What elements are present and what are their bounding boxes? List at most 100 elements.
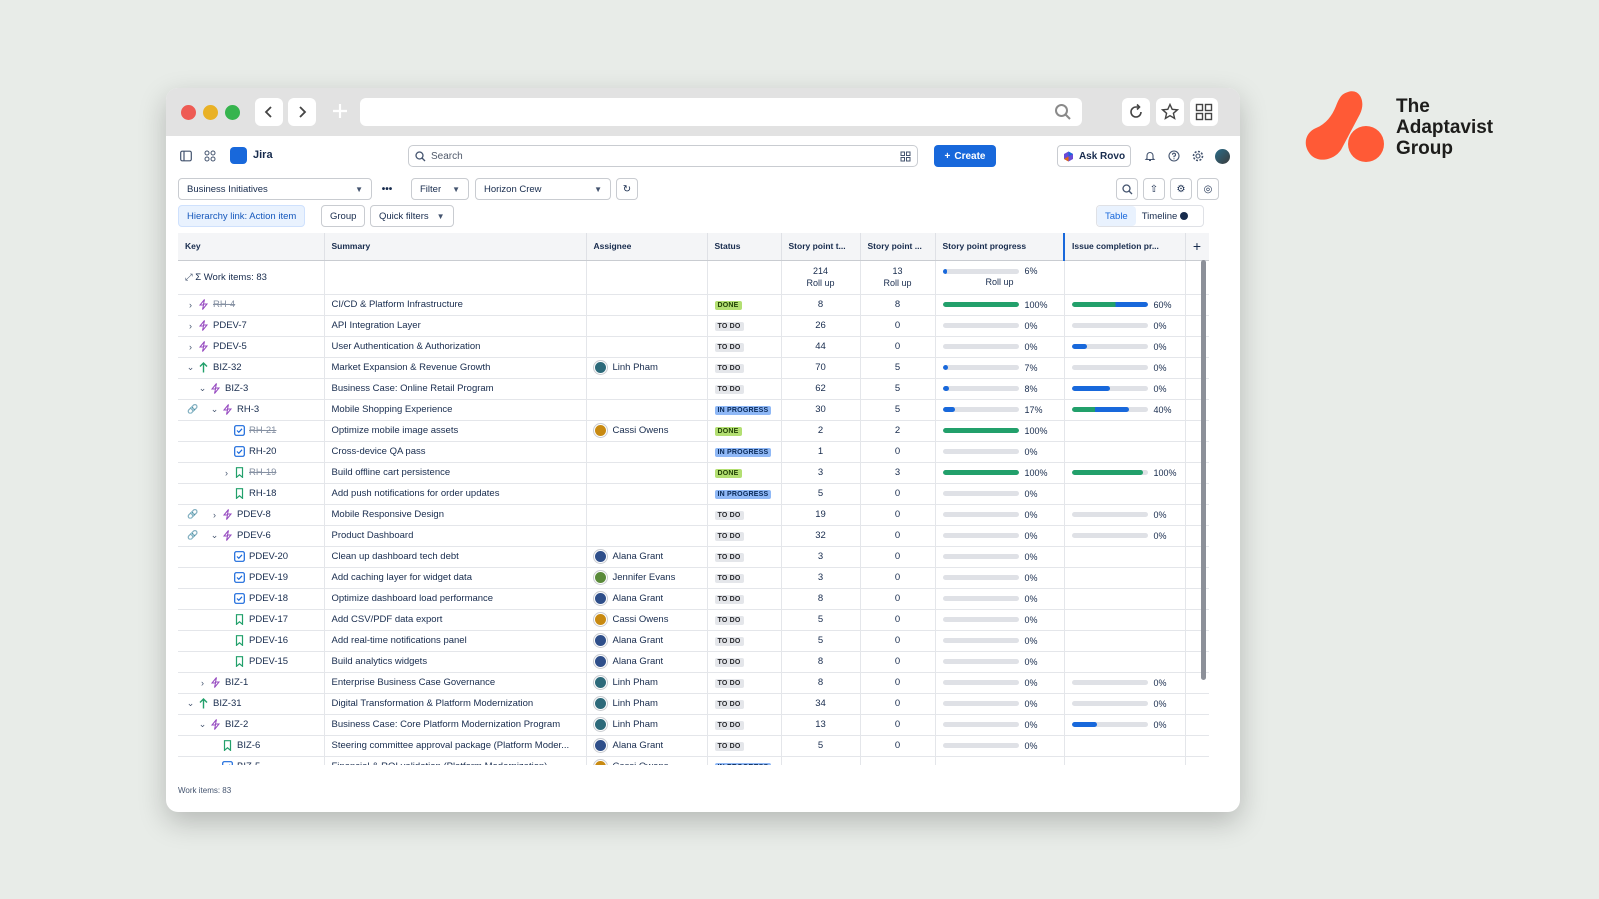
summary-cell[interactable]: Optimize mobile image assets [324, 420, 587, 442]
table-row[interactable]: PDEV-20 Clean up dashboard tech debt Alana… [178, 546, 1209, 568]
summary-cell[interactable]: Add CSV/PDF data export [324, 609, 587, 631]
story-points-total-cell[interactable]: 44 [781, 336, 861, 358]
close-window-dot[interactable] [181, 105, 196, 120]
status-cell[interactable]: TO DO [707, 588, 782, 610]
assignee-cell[interactable] [586, 378, 708, 400]
status-cell[interactable]: TO DO [707, 315, 782, 337]
assignee-cell[interactable] [586, 504, 708, 526]
summary-cell[interactable]: Business Case: Online Retail Program [324, 378, 587, 400]
story-points-total-cell[interactable]: 62 [781, 378, 861, 400]
key-cell[interactable]: ⌄ BIZ-3 [178, 378, 325, 400]
column-header-summary[interactable]: Summary [324, 233, 587, 261]
filter-grid-icon[interactable] [900, 151, 911, 162]
view-options-button[interactable]: ◎ [1197, 178, 1219, 200]
group-button[interactable]: Group [321, 205, 366, 227]
story-points-total-cell[interactable]: 8 [781, 672, 861, 694]
status-cell[interactable]: IN PROGRESS [707, 399, 782, 421]
assignee-cell[interactable]: Linh Pham [586, 672, 708, 694]
story-points-total-cell[interactable]: 32 [781, 525, 861, 547]
key-cell[interactable]: RH-18 [178, 483, 325, 505]
status-cell[interactable]: DONE [707, 462, 782, 484]
key-cell[interactable]: › RH-19 [178, 462, 325, 484]
assignee-cell[interactable]: Alana Grant [586, 630, 708, 652]
add-column-button[interactable]: + [1185, 233, 1209, 261]
new-tab-button[interactable] [328, 99, 352, 128]
column-header-issue-completion[interactable]: Issue completion pr... [1063, 233, 1186, 261]
status-cell[interactable]: IN PROGRESS [707, 483, 782, 505]
summary-cell[interactable]: Add push notifications for order updates [324, 483, 587, 505]
key-cell[interactable]: PDEV-16 [178, 630, 325, 652]
key-cell[interactable]: BIZ-5 [178, 756, 325, 765]
work-item-key[interactable]: PDEV-18 [249, 593, 288, 604]
table-row[interactable]: RH-20 Cross-device QA pass IN PROGRESS 1 0 0% [178, 441, 1209, 463]
work-item-key[interactable]: PDEV-17 [249, 614, 288, 625]
assignee-cell[interactable] [586, 483, 708, 505]
export-button[interactable]: ⇧ [1143, 178, 1165, 200]
assignee-cell[interactable]: Jennifer Evans [586, 567, 708, 589]
collapse-icon[interactable]: ⌄ [209, 404, 220, 415]
key-cell[interactable]: PDEV-20 [178, 546, 325, 568]
assignee-cell[interactable]: Linh Pham [586, 357, 708, 379]
story-points-done-cell[interactable]: 0 [860, 672, 936, 694]
tab-timeline[interactable]: Timeline [1136, 211, 1195, 222]
quick-filters-button[interactable]: Quick filters ▼ [370, 205, 454, 227]
expand-icon[interactable]: › [197, 678, 208, 688]
collapse-icon[interactable]: ⌄ [185, 698, 196, 709]
summary-cell[interactable]: Product Dashboard [324, 525, 587, 547]
status-cell[interactable]: TO DO [707, 630, 782, 652]
story-points-done-cell[interactable]: 0 [860, 483, 936, 505]
story-points-total-cell[interactable] [781, 756, 861, 765]
story-points-total-cell[interactable]: 5 [781, 483, 861, 505]
collapse-icon[interactable]: ⌄ [185, 362, 196, 373]
collapse-all-icon[interactable]: ⤢ [185, 272, 193, 283]
assignee-cell[interactable] [586, 441, 708, 463]
key-cell[interactable]: BIZ-6 [178, 735, 325, 757]
column-header-assignee[interactable]: Assignee [586, 233, 708, 261]
story-points-total-cell[interactable]: 8 [781, 294, 861, 316]
bookmark-button[interactable] [1156, 98, 1184, 126]
create-button[interactable]: + Create [934, 145, 996, 167]
notifications-button[interactable] [1142, 148, 1158, 164]
key-cell[interactable]: 🔗 ⌄ RH-3 [178, 399, 325, 421]
summary-cell[interactable]: API Integration Layer [324, 315, 587, 337]
table-row[interactable]: BIZ-6 Steering committee approval package… [178, 735, 1209, 757]
back-button[interactable] [255, 98, 283, 126]
refresh-button[interactable]: ↻ [616, 178, 638, 200]
plan-select[interactable]: Business Initiatives ▼ [178, 178, 372, 200]
app-switcher-button[interactable] [202, 148, 218, 164]
summary-cell[interactable]: User Authentication & Authorization [324, 336, 587, 358]
assignee-cell[interactable]: Linh Pham [586, 693, 708, 715]
table-row[interactable]: PDEV-19 Add caching layer for widget data… [178, 567, 1209, 589]
column-header-story-point-progress[interactable]: Story point progress [935, 233, 1065, 261]
view-settings-button[interactable]: ⚙ [1170, 178, 1192, 200]
work-item-key[interactable]: BIZ-1 [225, 677, 248, 688]
assignee-cell[interactable] [586, 399, 708, 421]
key-cell[interactable]: › PDEV-5 [178, 336, 325, 358]
story-points-total-cell[interactable]: 8 [781, 651, 861, 673]
work-item-key[interactable]: BIZ-2 [225, 719, 248, 730]
address-bar[interactable] [360, 98, 1082, 126]
crew-select[interactable]: Horizon Crew ▼ [475, 178, 611, 200]
summary-cell[interactable]: Mobile Responsive Design [324, 504, 587, 526]
status-cell[interactable]: DONE [707, 294, 782, 316]
work-item-key[interactable]: PDEV-6 [237, 530, 271, 541]
column-header-status[interactable]: Status [707, 233, 782, 261]
work-item-key[interactable]: PDEV-5 [213, 341, 247, 352]
work-item-key[interactable]: BIZ-31 [213, 698, 242, 709]
story-points-done-cell[interactable]: 0 [860, 567, 936, 589]
work-item-key[interactable]: PDEV-15 [249, 656, 288, 667]
work-item-key[interactable]: RH-3 [237, 404, 259, 415]
status-cell[interactable]: IN PROGRESS [707, 441, 782, 463]
table-row[interactable]: PDEV-16 Add real-time notifications panel… [178, 630, 1209, 652]
story-points-done-cell[interactable]: 0 [860, 336, 936, 358]
story-points-done-cell[interactable] [860, 756, 936, 765]
more-actions-button[interactable]: ••• [376, 178, 398, 200]
story-points-total-cell[interactable]: 8 [781, 588, 861, 610]
summary-cell[interactable]: Optimize dashboard load performance [324, 588, 587, 610]
table-row[interactable]: › PDEV-7 API Integration Layer TO DO 26 0 0% 0% [178, 315, 1209, 337]
work-item-key[interactable]: BIZ-6 [237, 740, 260, 751]
profile-button[interactable] [1214, 148, 1230, 164]
story-points-total-cell[interactable]: 19 [781, 504, 861, 526]
assignee-cell[interactable] [586, 336, 708, 358]
assignee-cell[interactable] [586, 315, 708, 337]
